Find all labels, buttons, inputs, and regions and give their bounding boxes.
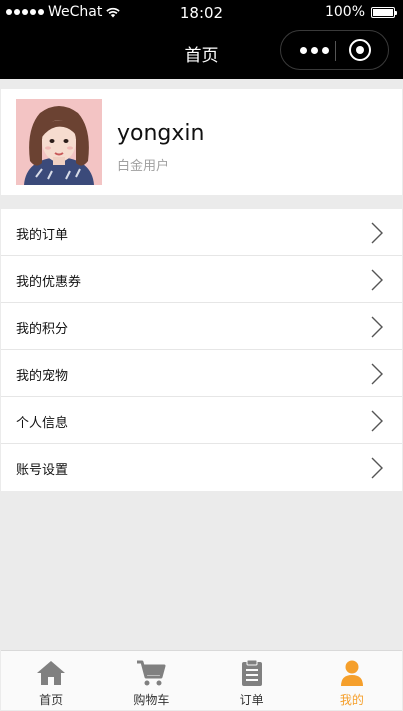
- tab-label: 我的: [339, 693, 364, 707]
- person-icon: [340, 660, 363, 686]
- cart-icon: [137, 660, 166, 686]
- mini-program-capsule: [280, 30, 389, 70]
- chevron-right-icon: [371, 457, 383, 479]
- home-icon: [37, 661, 66, 685]
- menu-list: 我的订单 我的优惠券 我的积分 我的宠物 个人信息 账号设置: [1, 209, 402, 491]
- more-icon[interactable]: [293, 31, 335, 69]
- avatar[interactable]: [16, 99, 102, 185]
- tab-label: 首页: [39, 693, 64, 707]
- chevron-right-icon: [371, 269, 383, 291]
- tab-orders[interactable]: 订单: [202, 651, 302, 710]
- tab-label: 订单: [239, 693, 264, 707]
- menu-item-points[interactable]: 我的积分: [1, 303, 402, 350]
- clipboard-icon: [241, 659, 262, 686]
- menu-item-orders[interactable]: 我的订单: [1, 209, 402, 256]
- battery-status: 100%: [324, 4, 397, 20]
- capsule-divider: [335, 41, 336, 61]
- status-bar: WeChat 18:02 100%: [0, 0, 403, 24]
- tab-bar: 首页 购物车 订单 我的: [1, 650, 402, 710]
- chevron-right-icon: [371, 363, 383, 385]
- avatar-illustration: [16, 99, 102, 185]
- menu-item-label: 个人信息: [16, 416, 69, 431]
- battery-icon: [371, 6, 397, 18]
- menu-item-coupons[interactable]: 我的优惠券: [1, 256, 402, 303]
- tab-profile[interactable]: 我的: [302, 651, 402, 710]
- tab-cart[interactable]: 购物车: [101, 651, 201, 710]
- menu-item-label: 我的积分: [16, 322, 69, 337]
- profile-card[interactable]: yongxin 白金用户: [1, 89, 402, 195]
- username: yongxin: [117, 121, 205, 146]
- menu-item-personal-info[interactable]: 个人信息: [1, 397, 402, 444]
- menu-item-pets[interactable]: 我的宠物: [1, 350, 402, 397]
- menu-item-label: 账号设置: [16, 463, 69, 478]
- tab-label: 购物车: [133, 693, 170, 707]
- chevron-right-icon: [371, 410, 383, 432]
- chevron-right-icon: [371, 222, 383, 244]
- close-icon[interactable]: [349, 39, 371, 61]
- screen: WeChat 18:02 100% 首页 yongxin 白金用户 我的订单 我…: [0, 0, 403, 711]
- membership-level: 白金用户: [117, 159, 170, 174]
- tab-home[interactable]: 首页: [1, 651, 101, 710]
- menu-item-label: 我的订单: [16, 228, 69, 243]
- navigation-bar: 首页: [0, 24, 403, 79]
- menu-item-label: 我的优惠券: [16, 275, 82, 290]
- menu-item-label: 我的宠物: [16, 369, 69, 384]
- battery-percent: 100%: [324, 4, 365, 20]
- chevron-right-icon: [371, 316, 383, 338]
- menu-item-account-settings[interactable]: 账号设置: [1, 444, 402, 491]
